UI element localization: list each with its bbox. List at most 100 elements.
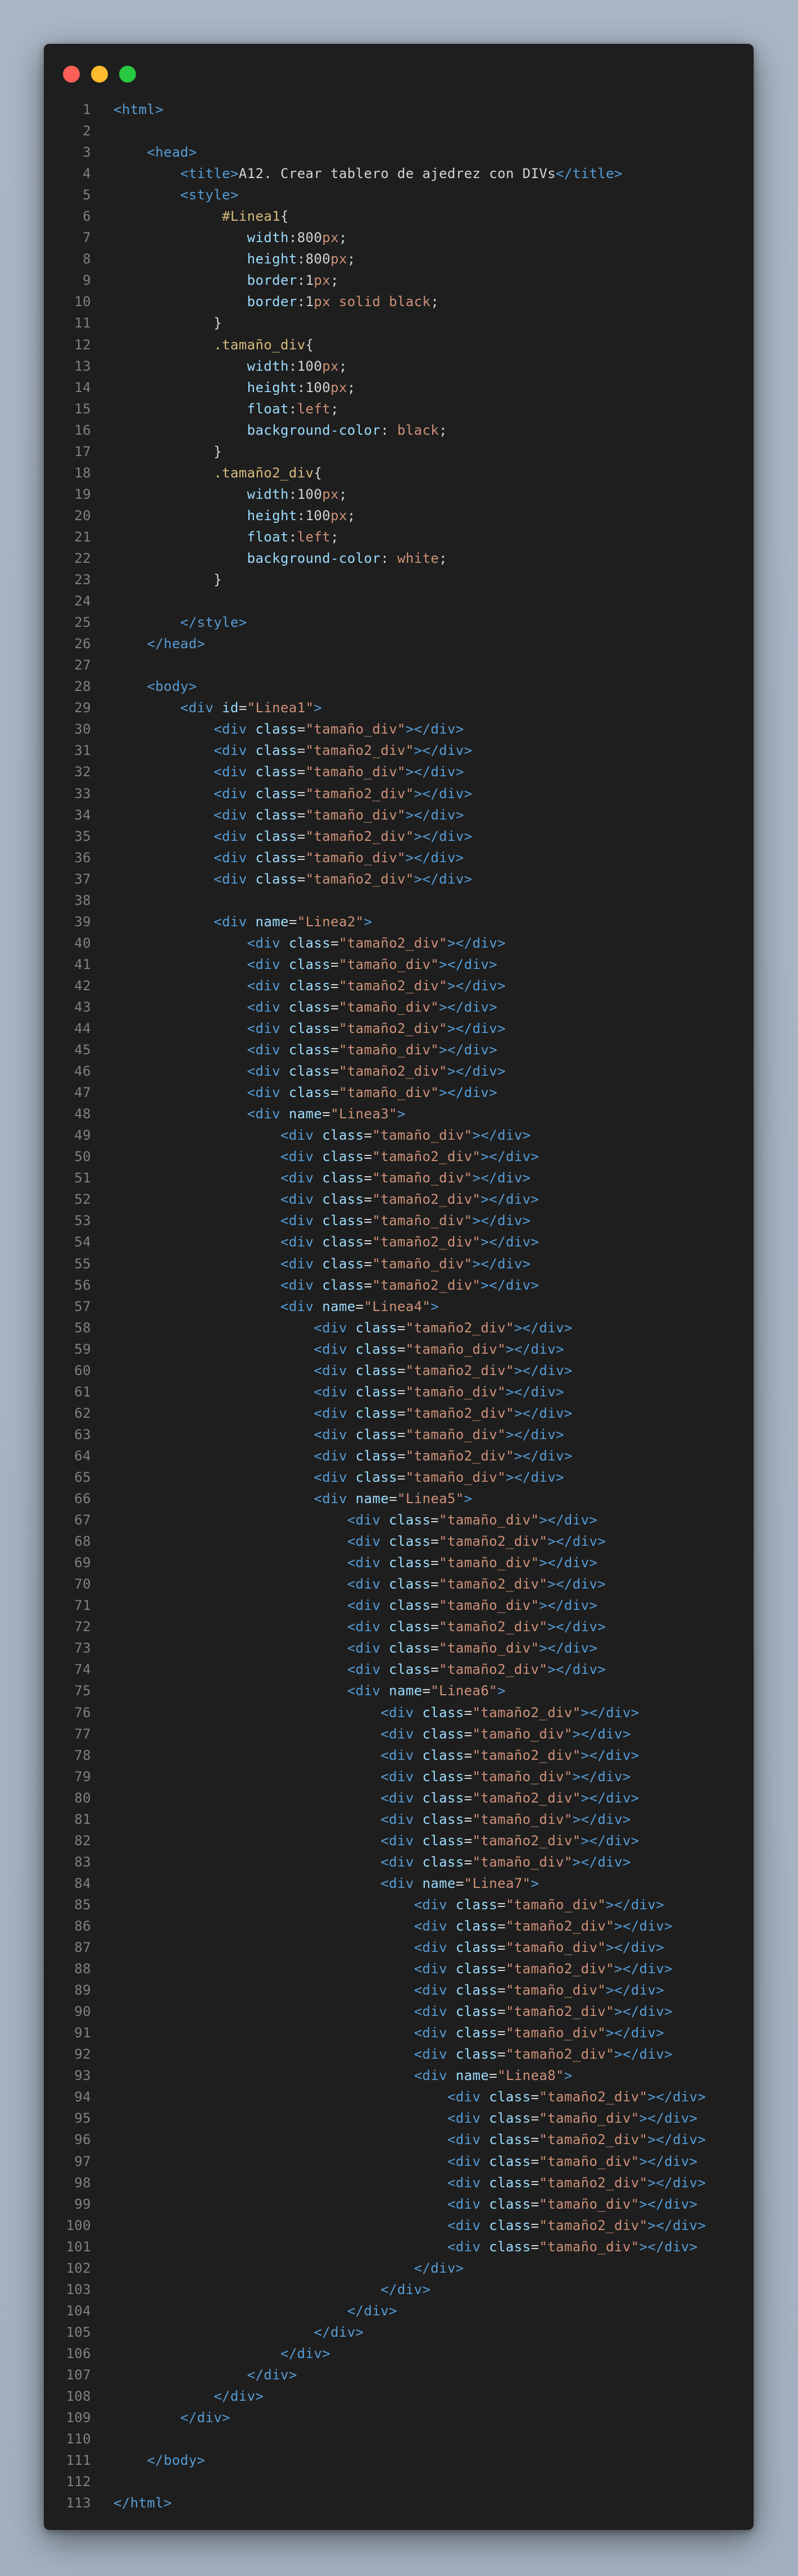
- line-number: 96: [74, 2132, 91, 2148]
- code-text: <div class="tamaño_div"></div>: [414, 2025, 665, 2041]
- code-text: <div class="tamaño2_div"></div>: [247, 1021, 506, 1037]
- code-window: 1 <html> 2 3 <head> 4 <title>A12. Crear tabl…: [44, 44, 754, 2530]
- code-text: <div class="tamaño_div"></div>: [214, 764, 464, 780]
- line-number: 56: [74, 1277, 91, 1293]
- code-text: </div>: [380, 2281, 431, 2297]
- code-text: background-color: black;: [247, 422, 447, 438]
- line-number: 35: [74, 828, 91, 844]
- code-text: <div name="Linea3">: [247, 1106, 406, 1122]
- code-line: 72 <div class="tamaño2_div"></div>: [44, 1616, 754, 1637]
- line-number: 20: [74, 507, 91, 524]
- code-line: 35 <div class="tamaño2_div"></div>: [44, 826, 754, 847]
- line-number: 112: [66, 2474, 91, 2490]
- code-line: 69 <div class="tamaño_div"></div>: [44, 1552, 754, 1573]
- code-line: 113 </html>: [44, 2492, 754, 2514]
- code-line: 43 <div class="tamaño_div"></div>: [44, 996, 754, 1018]
- code-text: <div id="Linea1">: [180, 700, 323, 716]
- line-number: 73: [74, 1640, 91, 1656]
- code-text: <div name="Linea8">: [414, 2068, 573, 2084]
- code-text: <div class="tamaño_div"></div>: [347, 1555, 598, 1571]
- code-text: <div class="tamaño2_div"></div>: [214, 871, 473, 887]
- line-number: 75: [74, 1683, 91, 1699]
- code-line: 36 <div class="tamaño_div"></div>: [44, 847, 754, 868]
- line-number: 32: [74, 764, 91, 780]
- code-line: 109 </div>: [44, 2407, 754, 2428]
- code-text: <div class="tamaño2_div"></div>: [414, 2004, 673, 2020]
- line-number: 94: [74, 2089, 91, 2105]
- close-window-button[interactable]: [63, 66, 80, 83]
- line-number: 91: [74, 2025, 91, 2041]
- code-text: }: [214, 572, 223, 588]
- code-line: 108 </div>: [44, 2386, 754, 2407]
- code-text: <div class="tamaño_div"></div>: [280, 1170, 531, 1186]
- line-number: 85: [74, 1896, 91, 1913]
- code-text: <div name="Linea4">: [280, 1298, 439, 1314]
- line-number: 21: [74, 529, 91, 545]
- line-number: 102: [66, 2260, 91, 2276]
- code-line: 53 <div class="tamaño_div"></div>: [44, 1210, 754, 1231]
- code-line: 81 <div class="tamaño_div"></div>: [44, 1809, 754, 1830]
- maximize-window-button[interactable]: [119, 66, 136, 83]
- line-number: 59: [74, 1341, 91, 1357]
- line-number: 19: [74, 486, 91, 502]
- line-number: 81: [74, 1811, 91, 1827]
- code-line: 31 <div class="tamaño2_div"></div>: [44, 740, 754, 761]
- code-text: <div class="tamaño2_div"></div>: [347, 1619, 606, 1635]
- code-text: <body>: [147, 679, 197, 695]
- line-number: 45: [74, 1042, 91, 1058]
- line-number: 8: [83, 251, 91, 267]
- line-number: 31: [74, 743, 91, 759]
- code-text: height:100px;: [247, 507, 356, 524]
- line-number: 69: [74, 1555, 91, 1571]
- code-text: <div class="tamaño2_div"></div>: [447, 2174, 706, 2191]
- code-text: <div class="tamaño_div"></div>: [280, 1255, 531, 1272]
- code-line: 59 <div class="tamaño_div"></div>: [44, 1339, 754, 1360]
- code-line: 27: [44, 654, 754, 676]
- code-text: </div>: [347, 2302, 397, 2319]
- line-number: 38: [74, 892, 91, 908]
- code-text: border:1px solid black;: [247, 294, 439, 310]
- line-number: 33: [74, 785, 91, 802]
- line-number: 84: [74, 1875, 91, 1891]
- code-line: 95 <div class="tamaño_div"></div>: [44, 2108, 754, 2129]
- code-line: 28 <body>: [44, 676, 754, 697]
- code-line: 104 </div>: [44, 2300, 754, 2322]
- line-number: 47: [74, 1085, 91, 1101]
- code-line: 13 width:100px;: [44, 356, 754, 377]
- line-number: 52: [74, 1191, 91, 1208]
- line-number: 99: [74, 2196, 91, 2212]
- code-line: 39 <div name="Linea2">: [44, 911, 754, 932]
- code-line: 78 <div class="tamaño2_div"></div>: [44, 1745, 754, 1766]
- code-line: 110: [44, 2428, 754, 2450]
- line-number: 25: [74, 615, 91, 631]
- line-number: 72: [74, 1619, 91, 1635]
- minimize-window-button[interactable]: [91, 66, 108, 83]
- code-line: 42 <div class="tamaño2_div"></div>: [44, 975, 754, 996]
- code-text: <div class="tamaño2_div"></div>: [314, 1448, 573, 1464]
- line-number: 44: [74, 1021, 91, 1037]
- code-line: 5 <style>: [44, 184, 754, 206]
- code-line: 102 </div>: [44, 2258, 754, 2279]
- code-line: 85 <div class="tamaño_div"></div>: [44, 1894, 754, 1915]
- code-line: 101 <div class="tamaño_div"></div>: [44, 2236, 754, 2258]
- code-text: <div class="tamaño2_div"></div>: [214, 743, 473, 759]
- code-text: height:100px;: [247, 379, 356, 395]
- code-text: </div>: [247, 2366, 297, 2383]
- code-text: <div class="tamaño2_div"></div>: [347, 1533, 606, 1550]
- code-line: 9 border:1px;: [44, 270, 754, 291]
- line-number: 23: [74, 572, 91, 588]
- line-number: 88: [74, 1961, 91, 1977]
- line-number: 60: [74, 1362, 91, 1378]
- code-text: </div>: [214, 2388, 264, 2405]
- code-line: 100 <div class="tamaño2_div"></div>: [44, 2215, 754, 2236]
- code-text: float:left;: [247, 400, 339, 417]
- line-number: 1: [83, 102, 91, 117]
- line-number: 36: [74, 849, 91, 866]
- line-number: 41: [74, 956, 91, 972]
- code-text: <div class="tamaño_div"></div>: [214, 721, 464, 738]
- line-number: 11: [74, 315, 91, 331]
- code-text: <div class="tamaño2_div"></div>: [280, 1149, 539, 1165]
- code-text: <div class="tamaño2_div"></div>: [380, 1832, 640, 1849]
- code-text: <div class="tamaño_div"></div>: [347, 1512, 598, 1528]
- code-text: width:800px;: [247, 230, 347, 246]
